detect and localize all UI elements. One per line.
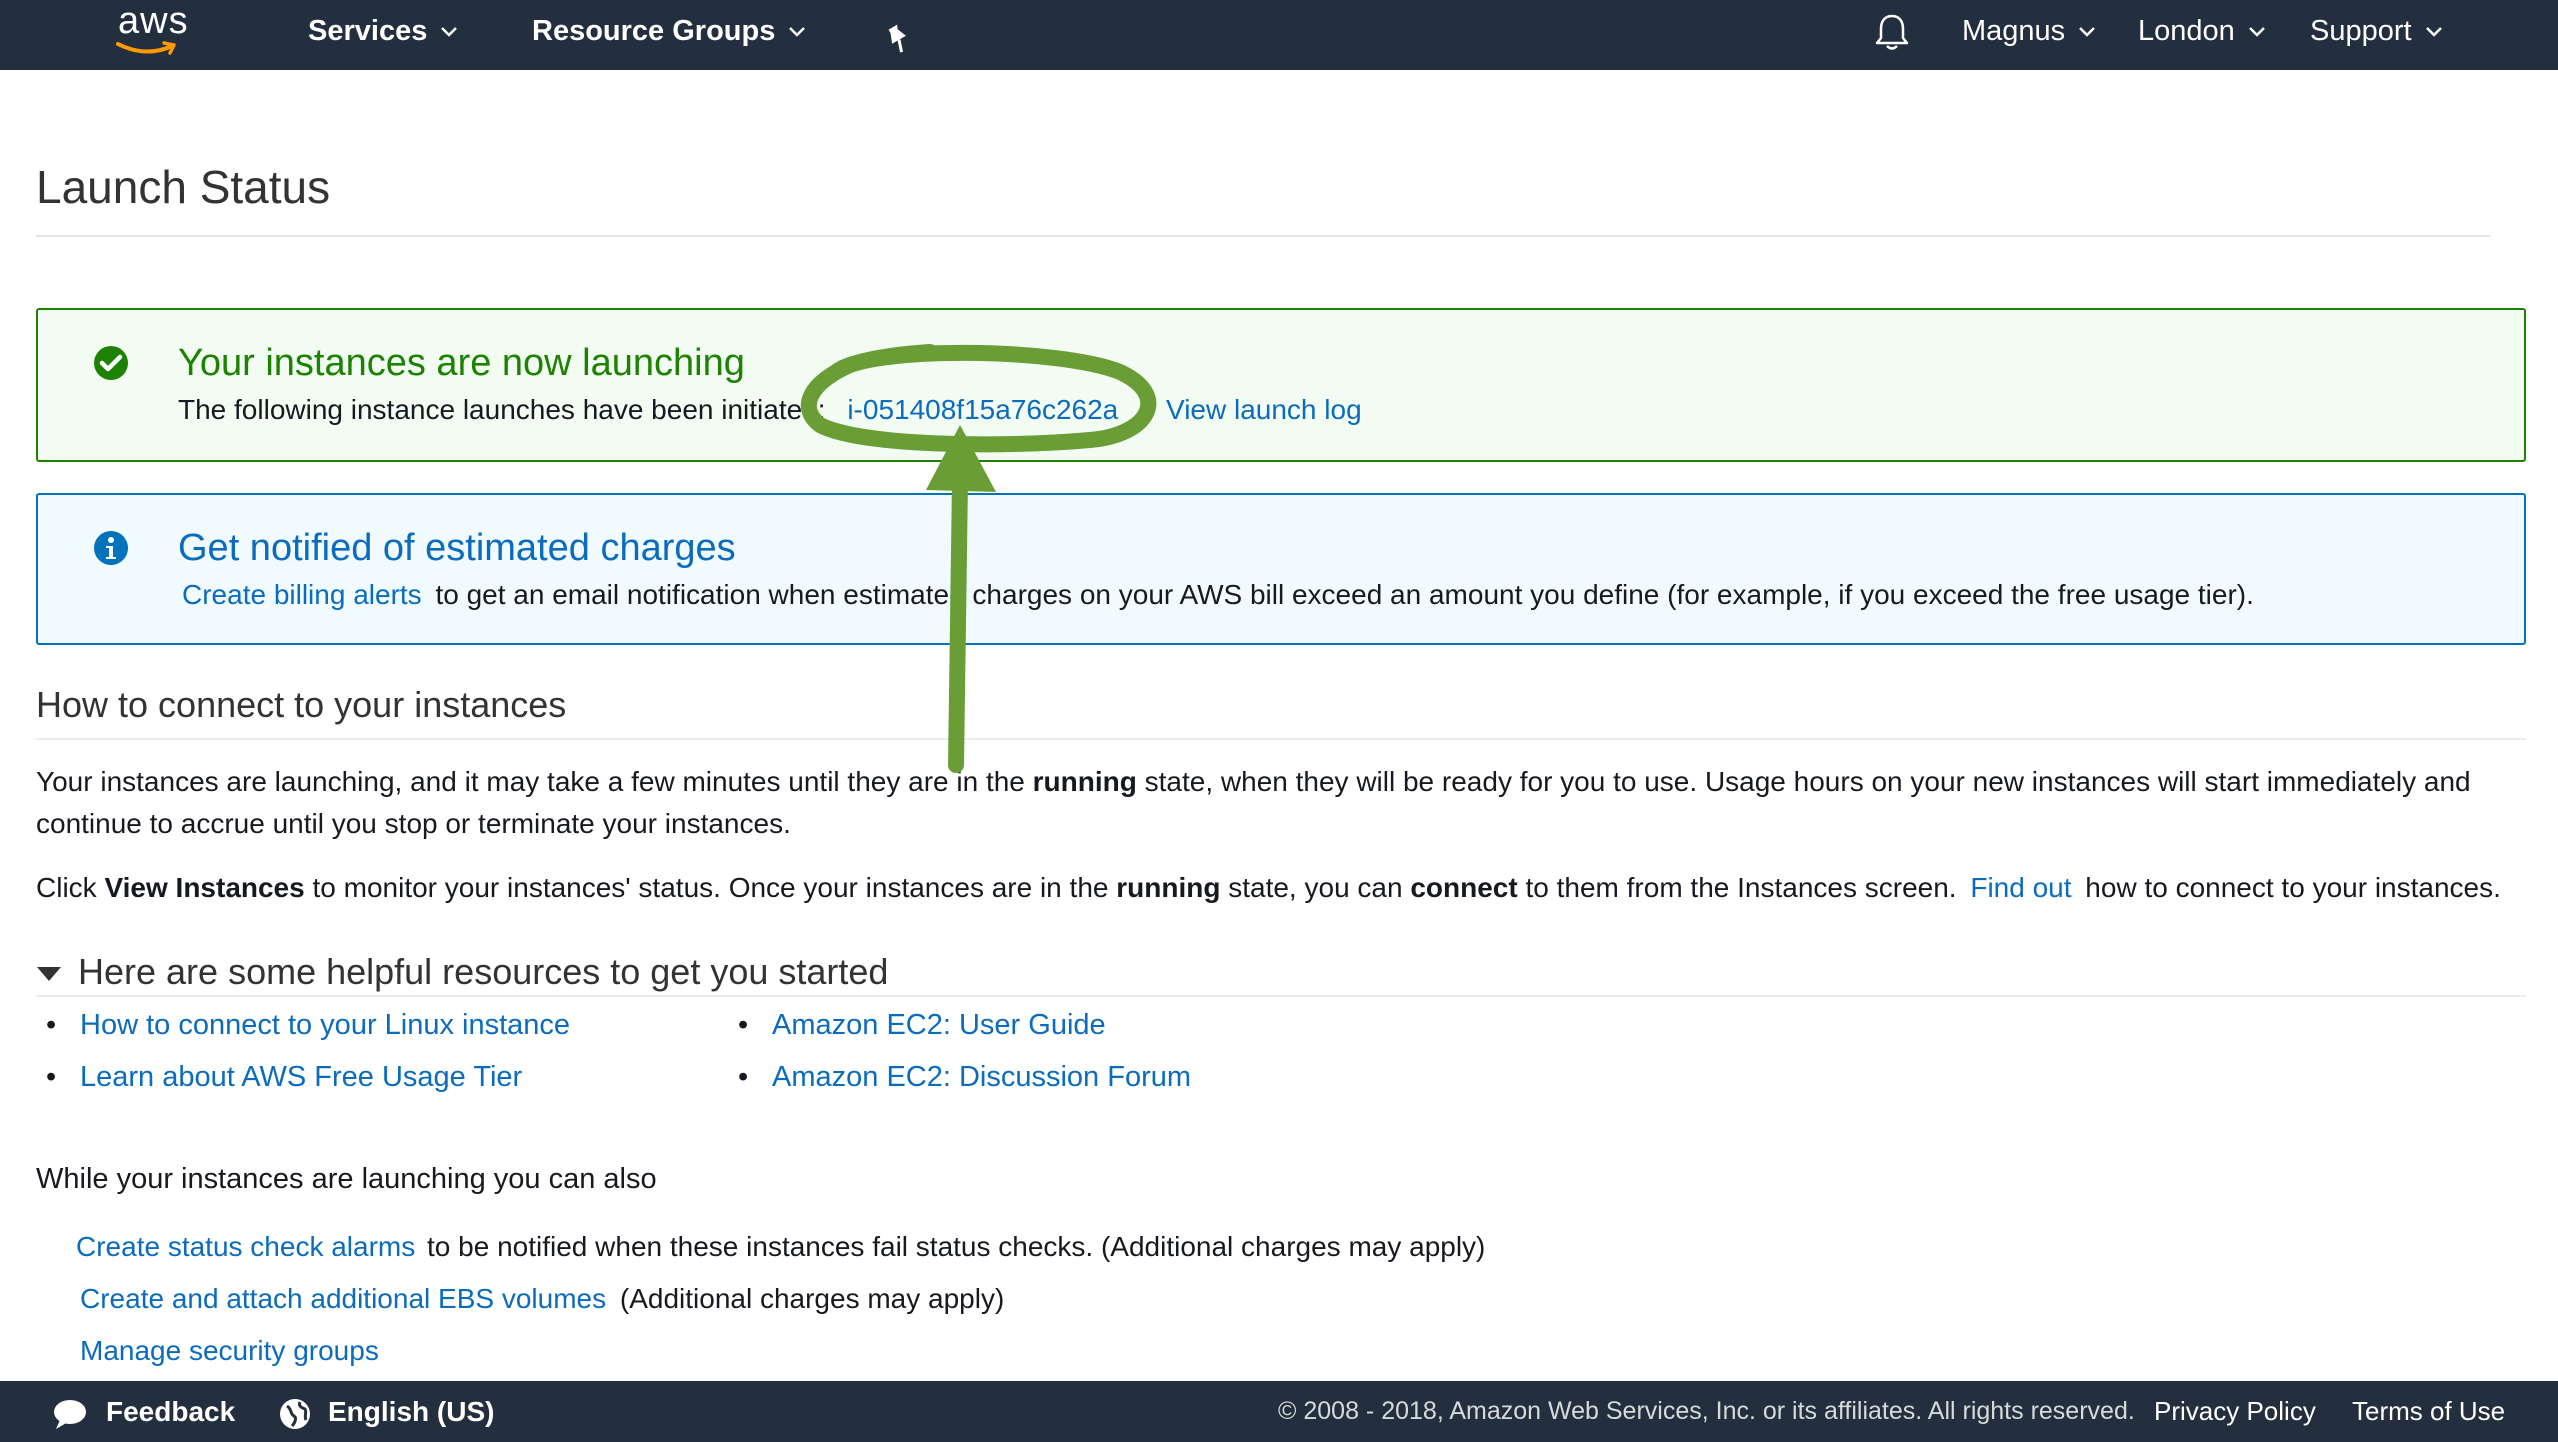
connect-paragraph-2: Click View Instances to monitor your ins…	[36, 867, 2556, 909]
region-menu[interactable]: London	[2138, 0, 2265, 62]
billing-body: Create billing alerts to get an email no…	[182, 579, 2254, 611]
list-item: • How to connect to your Linux instance	[46, 1009, 570, 1042]
success-body: The following instance launches have bee…	[178, 394, 1362, 426]
list-item: • Amazon EC2: Discussion Forum	[738, 1061, 1191, 1094]
pin-button[interactable]	[884, 14, 912, 53]
instance-id-link[interactable]: i-051408f15a76c262a	[847, 394, 1118, 425]
billing-info-alert: Get notified of estimated charges Create…	[36, 493, 2526, 645]
connect-p2-text-e: how to connect to your instances.	[2077, 872, 2501, 903]
services-menu[interactable]: Services	[308, 0, 458, 62]
privacy-policy-link[interactable]: Privacy Policy	[2154, 1381, 2316, 1442]
chevron-down-icon	[441, 27, 458, 38]
connect-p1-text-a: Your instances are launching, and it may…	[36, 766, 1033, 797]
resources-heading: Here are some helpful resources to get y…	[78, 951, 889, 992]
connect-p2-view-instances: View Instances	[104, 872, 305, 903]
footer-bar: Feedback English (US) © 2008 - 2018, Ama…	[0, 1381, 2558, 1442]
also-line-2-text: (Additional charges may apply)	[619, 1283, 1005, 1314]
resources-divider	[36, 995, 2526, 997]
bullet: •	[738, 1009, 749, 1041]
resource-groups-label: Resource Groups	[532, 15, 776, 47]
also-line-1-text: to be notified when these instances fail…	[427, 1231, 1486, 1262]
ebs-volumes-link[interactable]: Create and attach additional EBS volumes	[80, 1283, 606, 1314]
bullet: •	[46, 1009, 57, 1041]
status-check-alarms-link[interactable]: Create status check alarms	[76, 1231, 415, 1262]
info-circle-icon	[94, 531, 128, 565]
security-groups-link[interactable]: Manage security groups	[80, 1335, 379, 1366]
chevron-down-icon	[2248, 27, 2265, 38]
success-heading: Your instances are now launching	[178, 342, 745, 384]
aws-logo-text: aws	[118, 0, 189, 42]
copyright-text: © 2008 - 2018, Amazon Web Services, Inc.…	[1278, 1397, 2135, 1425]
page-title: Launch Status	[36, 161, 331, 213]
success-body-text: The following instance launches have bee…	[178, 394, 826, 425]
list-item: • Learn about AWS Free Usage Tier	[46, 1061, 522, 1094]
bullet: •	[46, 1061, 57, 1093]
also-line-3: Manage security groups	[80, 1335, 379, 1367]
linux-connect-link[interactable]: How to connect to your Linux instance	[80, 1009, 570, 1041]
connect-heading: How to connect to your instances	[36, 684, 567, 725]
region-name: London	[2138, 15, 2235, 47]
connect-p2-text-c: state, you can	[1220, 872, 1411, 903]
support-label: Support	[2310, 15, 2412, 47]
connect-p2-text-d: to them from the Instances screen.	[1517, 872, 1965, 903]
speech-bubble-icon	[54, 1399, 86, 1429]
account-name: Magnus	[1962, 15, 2066, 47]
billing-body-text: to get an email notification when estima…	[435, 579, 2254, 610]
bell-icon	[1875, 14, 1909, 50]
free-tier-link[interactable]: Learn about AWS Free Usage Tier	[80, 1061, 522, 1093]
connect-divider	[36, 738, 2526, 740]
pin-icon	[888, 24, 906, 53]
title-divider	[36, 235, 2490, 237]
language-label: English (US)	[328, 1396, 495, 1427]
connect-p2-text-b: to monitor your instances' status. Once …	[304, 872, 1117, 903]
top-navigation-bar: aws Services Resource Groups Magnus Lond…	[0, 0, 2558, 70]
list-item: • Amazon EC2: User Guide	[738, 1009, 1106, 1042]
bullet: •	[738, 1061, 749, 1093]
connect-p2-connect: connect	[1410, 872, 1518, 903]
connect-p2-running: running	[1116, 872, 1221, 903]
chevron-down-icon	[789, 27, 806, 38]
create-billing-alerts-link[interactable]: Create billing alerts	[182, 579, 422, 610]
chevron-down-icon	[2079, 27, 2096, 38]
ec2-forum-link[interactable]: Amazon EC2: Discussion Forum	[772, 1061, 1191, 1093]
account-menu[interactable]: Magnus	[1962, 0, 2096, 62]
resource-groups-menu[interactable]: Resource Groups	[532, 0, 806, 62]
globe-icon	[280, 1398, 310, 1429]
aws-logo[interactable]: aws	[110, 0, 210, 62]
services-label: Services	[308, 15, 428, 47]
find-out-link[interactable]: Find out	[1970, 872, 2071, 903]
ec2-user-guide-link[interactable]: Amazon EC2: User Guide	[772, 1009, 1106, 1041]
check-circle-icon	[94, 346, 128, 380]
feedback-label: Feedback	[106, 1396, 236, 1427]
notifications-button[interactable]	[1874, 12, 1910, 52]
also-line-2: Create and attach additional EBS volumes…	[80, 1283, 1004, 1315]
resources-toggle[interactable]: Here are some helpful resources to get y…	[36, 951, 888, 993]
support-menu[interactable]: Support	[2310, 0, 2442, 62]
aws-smile-icon	[116, 41, 176, 55]
caret-down-icon	[37, 967, 61, 982]
connect-p1-running: running	[1032, 766, 1137, 797]
connect-p2-text-a: Click	[36, 872, 105, 903]
chevron-down-icon	[2425, 27, 2442, 38]
view-launch-log-link[interactable]: View launch log	[1166, 394, 1362, 425]
language-selector[interactable]: English (US)	[278, 1381, 494, 1442]
also-heading: While your instances are launching you c…	[36, 1163, 657, 1195]
launch-success-alert: Your instances are now launching The fol…	[36, 308, 2526, 462]
billing-heading: Get notified of estimated charges	[178, 527, 736, 569]
connect-paragraph-1: Your instances are launching, and it may…	[36, 761, 2526, 845]
also-line-1: Create status check alarms to be notifie…	[76, 1231, 1485, 1263]
terms-of-use-link[interactable]: Terms of Use	[2352, 1381, 2505, 1442]
feedback-button[interactable]: Feedback	[52, 1381, 235, 1442]
